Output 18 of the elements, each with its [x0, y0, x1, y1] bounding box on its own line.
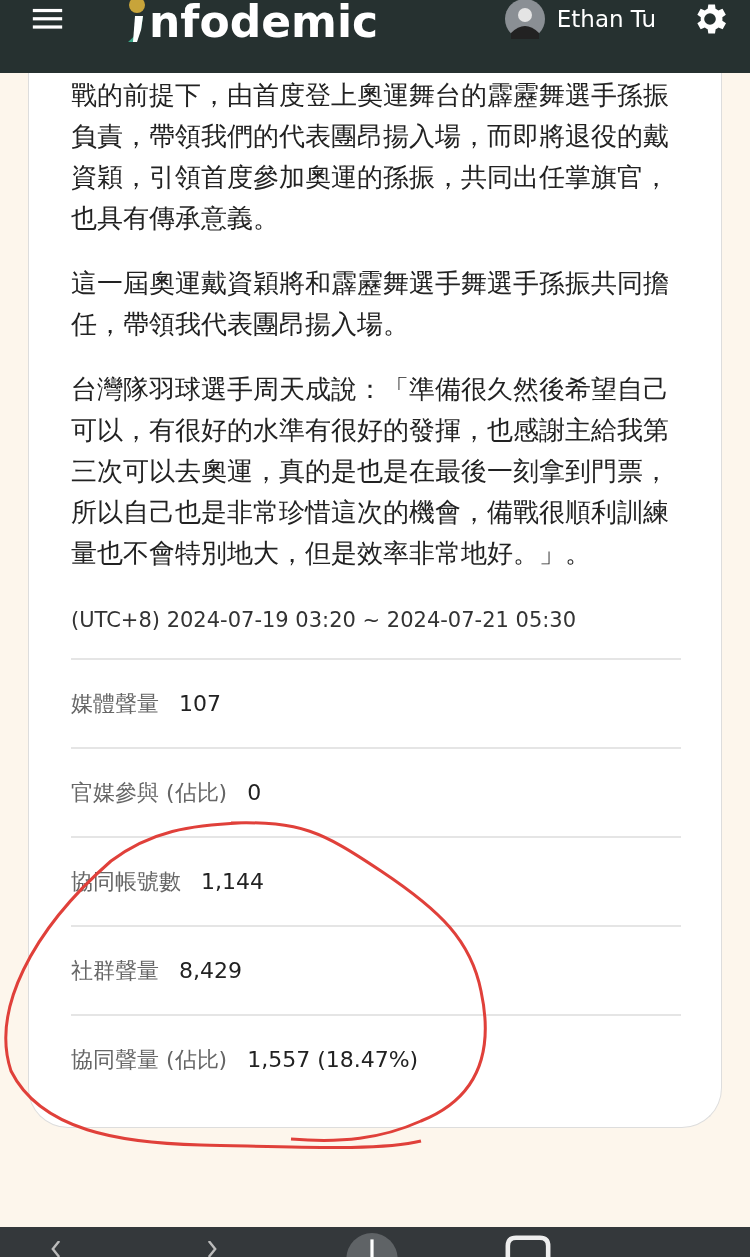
- article-paragraph: 這一屆奧運戴資穎將和霹靂舞選手舞選手孫振共同擔任，帶領我代表團昂揚入場。: [71, 267, 670, 341]
- user-name[interactable]: Ethan Tu: [556, 5, 656, 32]
- stat-value: 0: [247, 780, 262, 805]
- stat-value: 8,429: [179, 958, 242, 983]
- menu-icon[interactable]: [32, 7, 63, 30]
- tabs-icon[interactable]: [504, 1235, 552, 1257]
- stat-label: 媒體聲量: [71, 689, 159, 718]
- stat-value: 1,144: [201, 869, 264, 894]
- stat-label: 協同聲量 (佔比): [71, 1045, 228, 1074]
- article-paragraph: 戰的前提下，由首度登上奧運舞台的霹靂舞選手孫振負責，帶領我們的代表團昂揚入場，而即將退役的戴資穎，引領首度參加奧運的孫振，共同出任掌旗官，也具有傳承意義。: [71, 79, 670, 235]
- logo-text: nfodemic: [149, 0, 379, 44]
- article-paragraph: 台灣隊羽球選手周天成說：「準備很久然後希望自己可以，有很好的水準有很好的發揮，也感謝主給我第三次可以去奧運，真的是也是在最後一刻拿到門票，所以自己也是非常珍惜這次的機會，備戰很順利訓練量也不會特別地大，但是效率非常地好。」。: [71, 373, 670, 570]
- stat-label: 社群聲量: [71, 956, 159, 985]
- stat-label: 官媒參與 (佔比): [71, 778, 228, 807]
- time-range: (UTC+8) 2024-07-19 03:20 ~ 2024-07-21 05:30: [71, 598, 681, 660]
- avatar-icon[interactable]: [504, 0, 545, 39]
- stat-value: 1,557 (18.47%): [247, 1047, 419, 1072]
- stat-value: 107: [179, 691, 221, 716]
